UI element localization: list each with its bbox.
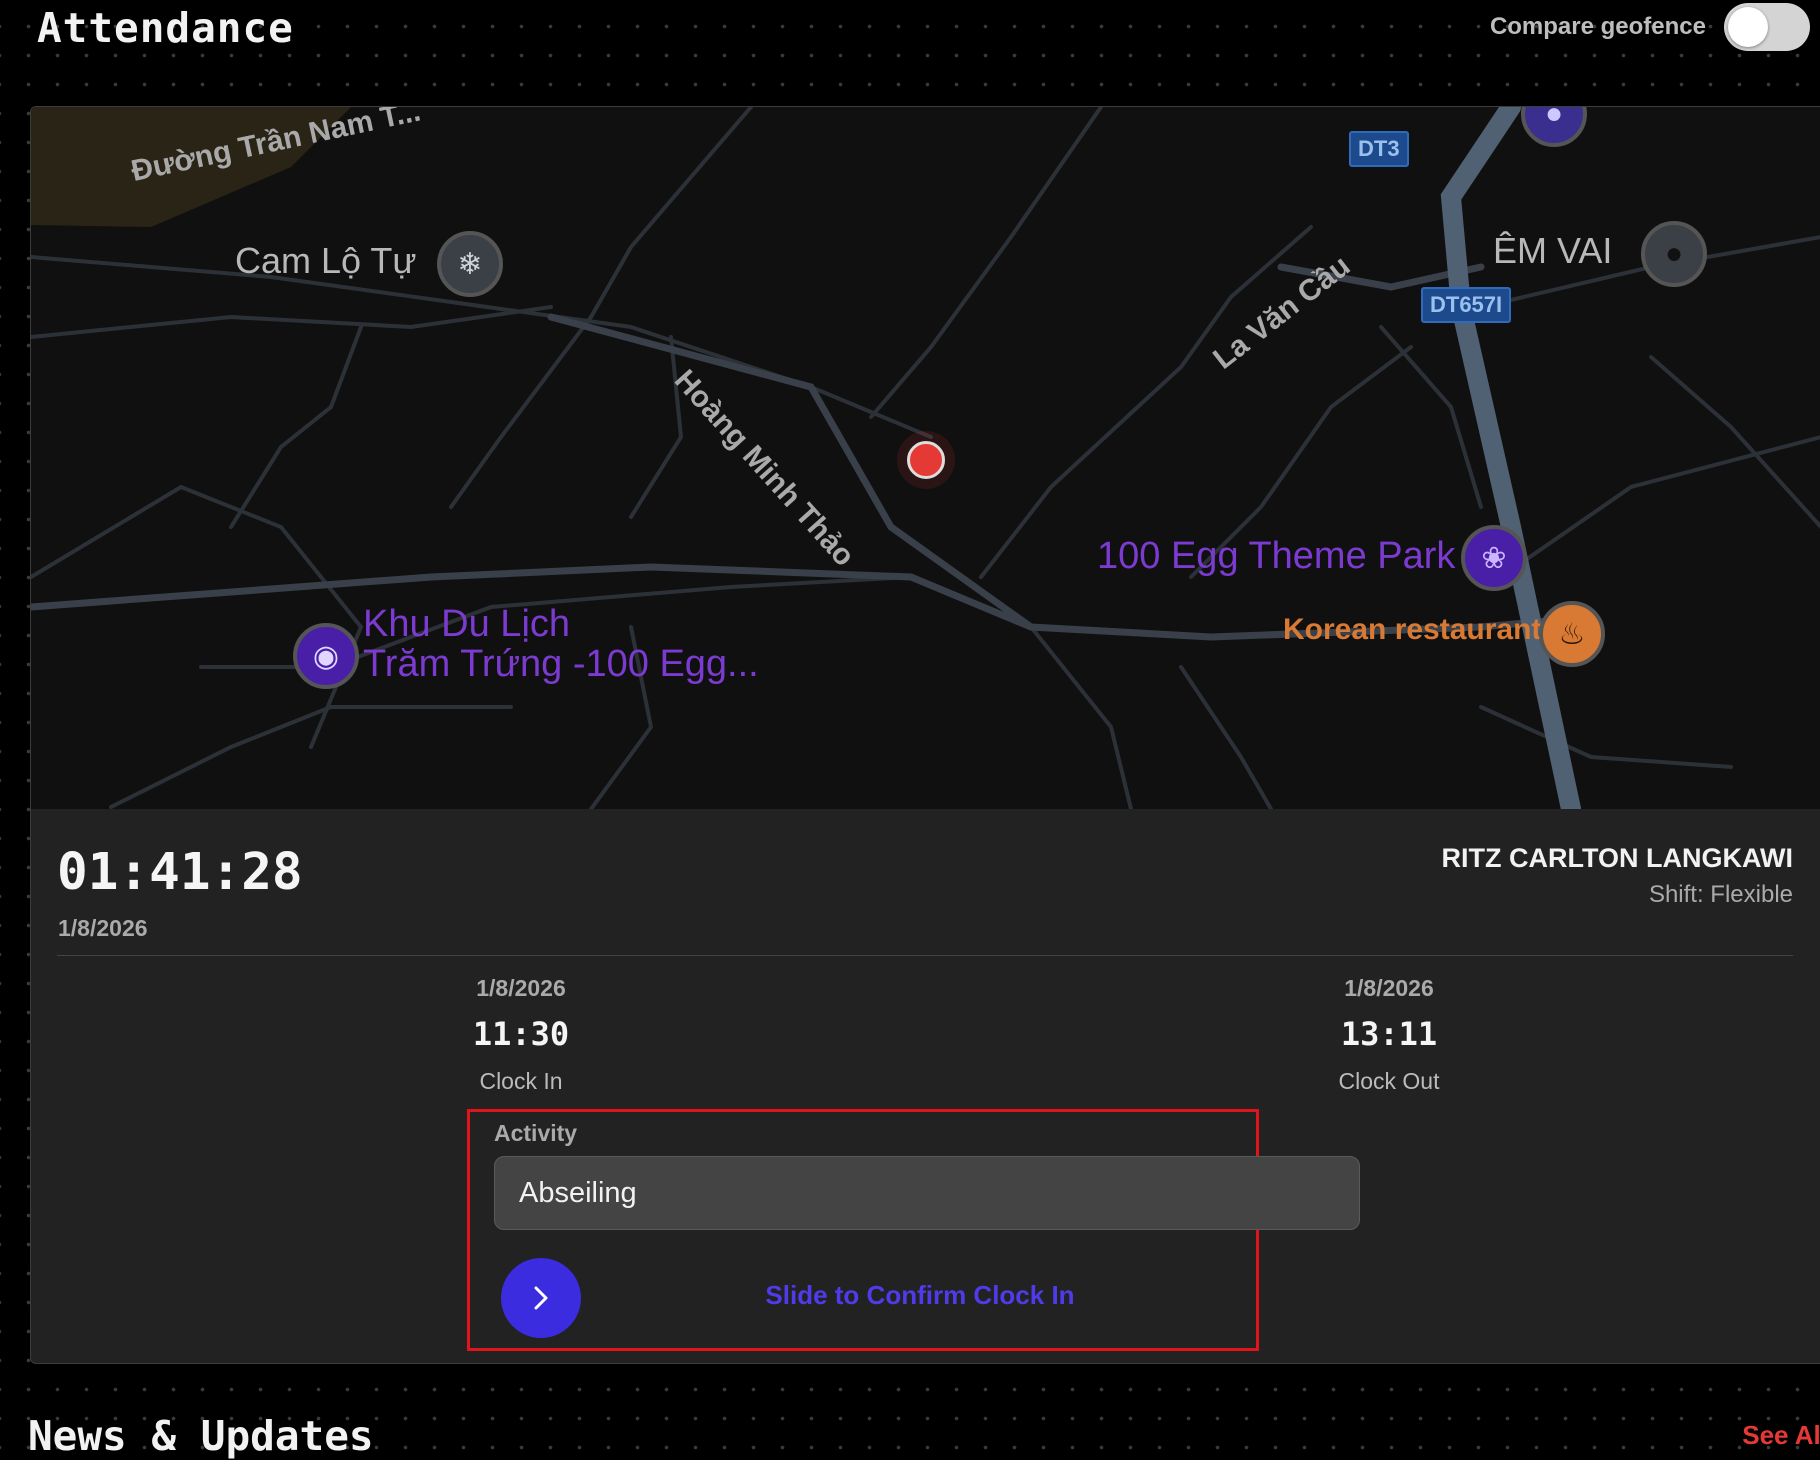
activity-label: Activity: [494, 1120, 578, 1146]
clock-in-date: 1/8/2026: [476, 975, 566, 1001]
poi-label-korean: Korean restaurant: [1283, 613, 1542, 646]
poi-label-khu-du-lich-1: Khu Du Lịch: [363, 603, 571, 645]
shift-label: Shift: Flexible: [1648, 881, 1793, 908]
poi-label-khu-du-lich-2: Trăm Trứng -100 Egg...: [363, 643, 759, 685]
clock-in-label: Clock In: [479, 1068, 563, 1094]
current-location-dot: [907, 441, 945, 479]
geofence-compare: Compare geofence: [1490, 0, 1810, 54]
camera-pin-icon[interactable]: ◉: [293, 623, 359, 689]
site-name: RITZ CARLTON LANGKAWI: [1441, 843, 1793, 873]
chevron-right-icon: [534, 1286, 548, 1310]
session-date: 1/8/2026: [58, 915, 148, 941]
geofence-label: Compare geofence: [1489, 13, 1706, 40]
temple-pin-icon[interactable]: ❄: [437, 231, 503, 297]
road-shield-dt657i: DT657I: [1421, 287, 1512, 323]
location-pin-icon[interactable]: ●: [1641, 221, 1707, 287]
slide-confirm-handle[interactable]: [501, 1258, 581, 1338]
park-pin-icon[interactable]: ❀: [1461, 525, 1527, 591]
divider: [57, 955, 1793, 956]
poi-label-egg-park: 100 Egg Theme Park: [1097, 535, 1456, 577]
slide-confirm-text: Slide to Confirm Clock In: [765, 1280, 1075, 1310]
clock-out-summary: 1/8/2026 13:11 Clock Out: [1259, 971, 1519, 1099]
news-section-title: News & Updates: [28, 1412, 374, 1460]
clock-out-label: Clock Out: [1338, 1068, 1440, 1094]
place-label-cam-lo-tu: Cam Lộ Tự: [235, 240, 417, 281]
attendance-info: 01:41:28 1/8/2026 RITZ CARLTON LANGKAWI …: [31, 809, 1820, 1363]
clock-out-time: 13:11: [1340, 1015, 1438, 1053]
restaurant-pin-icon[interactable]: ♨: [1539, 601, 1605, 667]
clock-out-date: 1/8/2026: [1344, 975, 1434, 1001]
place-label-em-vai: ÊM VAI: [1493, 230, 1613, 271]
activity-field[interactable]: Abseiling: [494, 1156, 1360, 1230]
clock-in-summary: 1/8/2026 11:30 Clock In: [391, 971, 651, 1099]
map[interactable]: Đường Trần Nam T... Hoàng Minh Thảo La V…: [31, 107, 1820, 809]
elapsed-timer: 01:41:28: [57, 843, 303, 902]
activity-section: Activity Abseiling Slide to Confirm Cloc…: [467, 1109, 1360, 1351]
road-shield-dt3: DT3: [1349, 131, 1409, 167]
page-title: Attendance: [37, 4, 294, 52]
toggle-knob[interactable]: [1728, 7, 1768, 47]
geofence-toggle[interactable]: [1724, 3, 1810, 51]
attendance-card: Đường Trần Nam T... Hoàng Minh Thảo La V…: [30, 106, 1820, 1364]
clock-in-time: 11:30: [472, 1015, 570, 1053]
